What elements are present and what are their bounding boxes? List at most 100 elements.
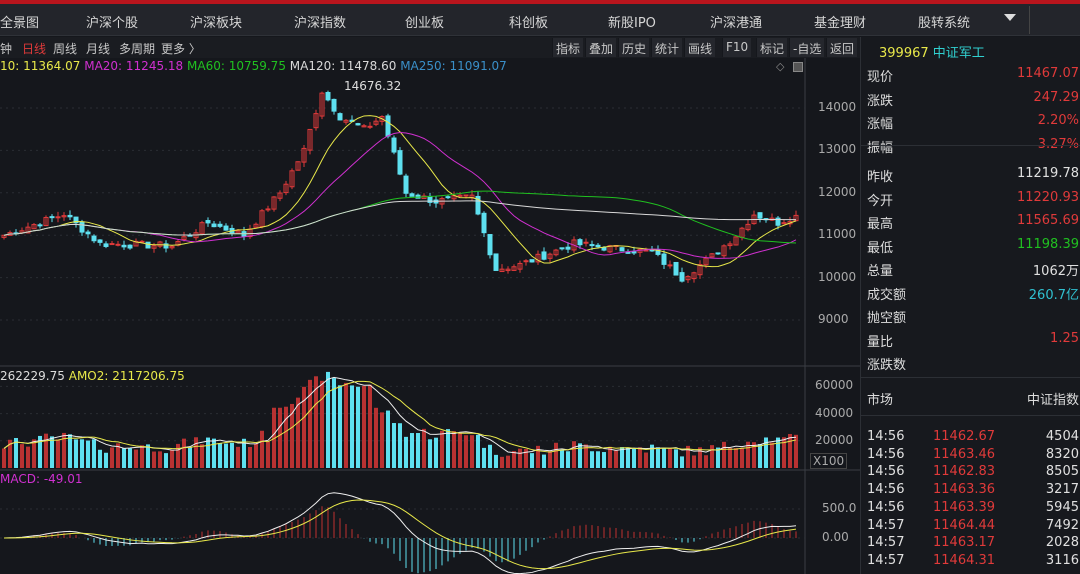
volume-bar — [410, 433, 414, 468]
price-tick: 12000 — [818, 184, 857, 199]
tick-volume: 8505 — [1045, 464, 1079, 480]
quote-row: 总量 1062万 — [867, 258, 1079, 281]
period-weekly[interactable]: 周线 — [53, 40, 77, 57]
nav-star[interactable]: 科创板 — [509, 12, 548, 31]
volume-bar — [518, 448, 522, 468]
ma10-value: 10: 11364.07 — [0, 59, 81, 73]
more-dropdown-icon[interactable] — [1004, 14, 1016, 21]
volume-bar — [506, 455, 510, 468]
volume-bar — [356, 386, 360, 468]
volume-bar — [470, 435, 474, 468]
ma60-value: MA60: 10759.75 — [187, 59, 286, 73]
nav-overview[interactable]: 全景图 — [0, 12, 39, 31]
panel-toggle-icon[interactable] — [793, 62, 803, 72]
candle — [109, 243, 115, 246]
stats-button[interactable]: 统计 — [651, 38, 683, 57]
indicator-button[interactable]: 指标 — [552, 38, 584, 57]
ma-legend: 10: 11364.07 MA20: 11245.18 MA60: 10759.… — [0, 59, 507, 73]
volume-bar — [704, 455, 708, 468]
period-more[interactable]: 更多 〉 — [161, 40, 201, 57]
nav-funds[interactable]: 基金理财 — [814, 12, 866, 31]
volume-bar — [158, 451, 162, 468]
volume-tick: 60000 — [815, 378, 854, 393]
candle — [265, 208, 271, 211]
tick-price: 11463.36 — [933, 482, 996, 498]
overlay-button[interactable]: 叠加 — [585, 38, 617, 57]
candle — [67, 214, 73, 218]
period-monthly[interactable]: 月线 — [86, 40, 110, 57]
period-daily[interactable]: 日线 — [22, 40, 46, 57]
candle — [355, 123, 361, 126]
nav-indices[interactable]: 沪深指数 — [294, 12, 346, 31]
period-multi[interactable]: 多周期 — [119, 40, 155, 57]
volume-bar — [590, 451, 594, 468]
watchlist-button[interactable]: -自选 — [789, 38, 825, 57]
candle — [589, 244, 595, 247]
tick-volume: 5945 — [1045, 499, 1079, 515]
tick-row: 14:56 11462.83 8505 — [867, 464, 1079, 482]
nav-stocks[interactable]: 沪深个股 — [86, 12, 138, 31]
nav-ipo[interactable]: 新股IPO — [608, 12, 656, 31]
mark-button[interactable]: 标记 — [756, 38, 788, 57]
period-minute[interactable]: 钟 — [0, 40, 12, 57]
candle — [601, 246, 607, 251]
quote-row: 涨幅 2.20% — [867, 111, 1079, 134]
volume-bar — [224, 443, 228, 468]
candle — [595, 244, 601, 248]
tick-row: 14:56 11463.39 5945 — [867, 500, 1079, 518]
ma120-value: MA120: 11478.60 — [289, 59, 397, 73]
volume-unit: X100 — [810, 453, 848, 469]
volume-bar — [392, 423, 396, 468]
nav-connect[interactable]: 沪深港通 — [710, 12, 762, 31]
volume-bar — [374, 407, 378, 468]
quote-row: 最高 11565.69 — [867, 211, 1079, 234]
nav-sectors[interactable]: 沪深板块 — [190, 12, 242, 31]
volume-bar — [578, 443, 582, 468]
amo1-value: 262229.75 — [0, 369, 65, 383]
candle — [529, 259, 535, 263]
volume-bar — [494, 454, 498, 468]
candle — [85, 231, 91, 235]
volume-bar — [458, 432, 462, 468]
tick-volume: 7492 — [1045, 517, 1079, 533]
quote-label: 涨跌 — [867, 93, 894, 109]
volume-bar — [152, 451, 156, 468]
kline-chart[interactable] — [0, 58, 860, 574]
f10-button[interactable]: F10 — [722, 38, 752, 57]
quote-value: 11219.78 — [1016, 166, 1079, 181]
volume-bar — [170, 450, 174, 468]
volume-bar — [338, 385, 342, 468]
divider — [861, 415, 1080, 416]
candle — [715, 252, 721, 255]
draw-button[interactable]: 画线 — [684, 38, 716, 57]
candle — [367, 125, 373, 128]
volume-bar — [26, 446, 30, 468]
history-button[interactable]: 历史 — [618, 38, 650, 57]
tick-row: 14:57 11464.44 7492 — [867, 518, 1079, 536]
volume-bar — [500, 456, 504, 468]
volume-bar — [668, 448, 672, 468]
quote-row: 涨跌数 — [867, 352, 1079, 375]
diamond-icon[interactable]: ◇ — [776, 60, 784, 73]
volume-bar — [194, 437, 198, 468]
candle — [409, 193, 415, 197]
volume-bar — [350, 385, 354, 468]
nav-neeq[interactable]: 股转系统 — [918, 12, 970, 31]
amo2-value: AMO2: 2117206.75 — [68, 369, 185, 383]
candle — [337, 113, 343, 121]
volume-bar — [344, 382, 348, 468]
index-name: 中证军工 — [932, 46, 985, 61]
tick-time: 14:56 — [867, 446, 905, 462]
quote-label: 振幅 — [867, 140, 894, 156]
quote-value: 11220.93 — [1016, 189, 1079, 205]
candle — [757, 212, 763, 219]
tick-row: 14:56 11463.46 8320 — [867, 447, 1079, 465]
volume-bar — [476, 434, 480, 468]
volume-bar — [104, 452, 108, 468]
back-button[interactable]: 返回 — [826, 38, 858, 57]
tick-price: 11464.31 — [933, 552, 996, 568]
nav-chinext[interactable]: 创业板 — [405, 12, 444, 31]
candle — [583, 241, 589, 244]
ma20-value: MA20: 11245.18 — [84, 59, 184, 73]
volume-bar — [80, 439, 84, 468]
